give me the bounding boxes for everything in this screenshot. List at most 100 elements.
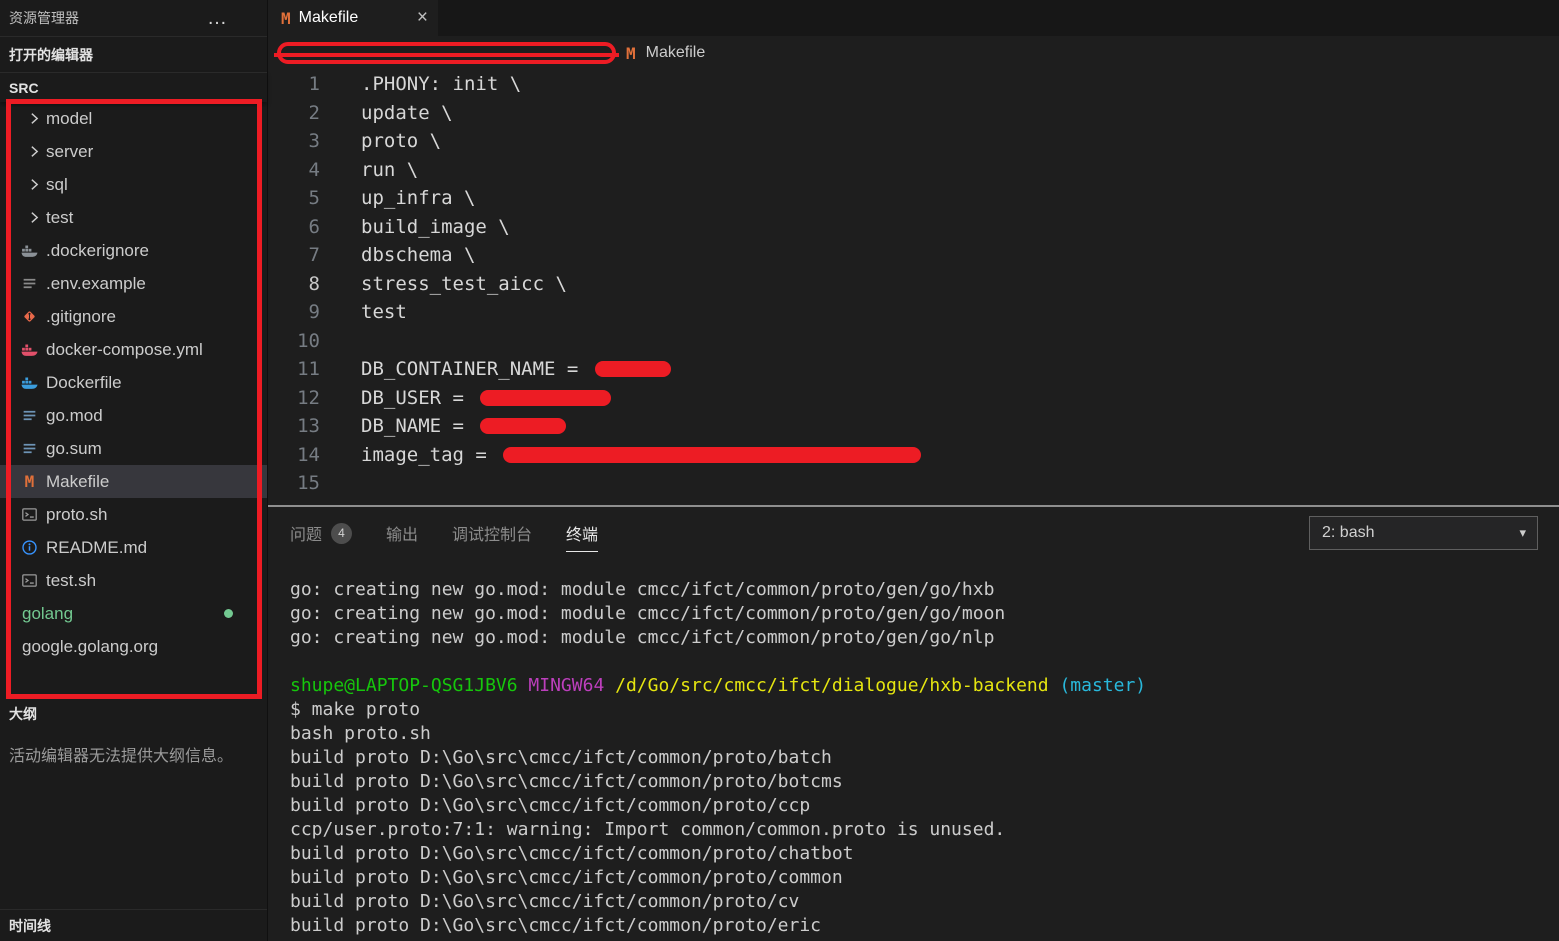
readme-info-icon [21,539,38,556]
code-line-11[interactable]: 11 DB_CONTAINER_NAME = [268,355,1559,384]
open-editors-header[interactable]: 打开的编辑器 [0,36,267,72]
panel-tab-label: 终端 [566,527,599,544]
file-label: google.golang.org [22,636,159,656]
panel-tab-终端[interactable]: 终端 [566,507,599,559]
code-line-5[interactable]: 5 up_infra \ [268,184,1559,213]
file-item-.gitignore[interactable]: .gitignore [0,300,267,333]
file-item-google.golang.org[interactable]: google.golang.org [0,630,267,663]
tab-makefile[interactable]: M Makefile × [268,0,438,36]
outline-message: 活动编辑器无法提供大纲信息。 [9,748,234,765]
code-text: stress_test_aicc \ [361,272,567,295]
file-item-proto.sh[interactable]: proto.sh [0,498,267,531]
chevron-down-icon: ▾ [1519,525,1526,540]
code-text: DB_USER = [320,384,612,413]
code-line-4[interactable]: 4 run \ [268,156,1559,185]
shell-script-icon [21,572,38,589]
file-label: golang [22,603,74,623]
bottom-panel: 问题 4 输出 调试控制台 终端 2: bash ▾ go: creating new … [268,505,1559,941]
folder-item-model[interactable]: model [0,102,267,135]
code-line-9[interactable]: 9 test [268,298,1559,327]
terminal-segment [1049,675,1060,696]
explorer-title-row: 资源管理器 … [0,0,267,36]
code-text: proto \ [361,130,442,152]
line-number: 4 [308,158,320,181]
line-number: 2 [308,101,320,124]
code-text: update \ [361,101,453,124]
code-line-7[interactable]: 7 dbschema \ [268,241,1559,270]
terminal-line: go: creating new go.mod: module cmcc/ifc… [290,603,1006,624]
file-item-go.sum[interactable]: go.sum [0,432,267,465]
file-label: sql [46,174,68,194]
file-label: test [46,207,74,227]
folder-item-server[interactable]: server [0,135,267,168]
code-line-12[interactable]: 12 DB_USER = [268,384,1559,413]
file-tree: model server sql test .dockerignore .env.exam… [0,102,267,663]
file-label: Makefile [46,471,110,491]
git-icon [21,308,38,325]
code-line-6[interactable]: 6 build_image \ [268,213,1559,242]
code-text: run \ [361,158,419,181]
redaction-bar [503,446,922,463]
src-section-header[interactable]: SRC [0,72,267,102]
line-number: 5 [308,187,320,209]
explorer-title: 资源管理器 [9,10,79,26]
shell-script-icon [21,506,38,523]
file-label: .dockerignore [46,240,150,260]
go-module-icon [21,440,38,457]
code-text: .PHONY: init \ [361,73,522,95]
terminal-segment: /d/Go/src/cmcc/ifct/dialogue/hxb-backend [615,675,1049,696]
code-text: build_image \ [361,215,510,238]
close-tab-icon[interactable]: × [417,7,428,29]
file-item-.env.example[interactable]: .env.example [0,267,267,300]
folder-item-sql[interactable]: sql [0,168,267,201]
more-actions-icon[interactable]: … [207,8,229,28]
breadcrumb-file[interactable]: Makefile [646,44,706,62]
code-line-3[interactable]: 3 proto \ [268,127,1559,156]
panel-tab-输出[interactable]: 输出 [386,507,418,559]
file-item-.dockerignore[interactable]: .dockerignore [0,234,267,267]
line-number: 6 [308,215,320,238]
code-line-10[interactable]: 10 [268,327,1559,356]
code-line-13[interactable]: 13 DB_NAME = [268,412,1559,441]
makefile-icon: M [24,472,35,491]
terminal-line: ccp/user.proto:7:1: warning: Import comm… [290,819,1006,840]
panel-tabs: 问题 4 输出 调试控制台 终端 [290,507,599,559]
problems-count-badge: 4 [331,522,353,544]
terminal-line: shupe@LAPTOP-QSG1JBV6 MINGW64 /d/Go/src/… [290,674,1559,698]
panel-tab-调试控制台[interactable]: 调试控制台 [452,507,532,559]
docker-icon [21,242,38,259]
file-item-README.md[interactable]: README.md [0,531,267,564]
file-item-go.mod[interactable]: go.mod [0,399,267,432]
terminal-output[interactable]: go: creating new go.mod: module cmcc/ifc… [268,559,1559,938]
code-area[interactable]: 1 .PHONY: init \ 2 update \ 3 proto \ 4 run \ 5 u… [268,70,1559,505]
terminal-selector[interactable]: 2: bash ▾ [1309,516,1538,550]
terminal-line: build proto D:\Go\src\cmcc/ifct/common/p… [290,843,854,864]
timeline-header[interactable]: 时间线 [0,909,267,941]
terminal-line: build proto D:\Go\src\cmcc/ifct/common/p… [290,795,811,816]
file-item-docker-compose.yml[interactable]: docker-compose.yml [0,333,267,366]
panel-tab-label: 问题 [290,527,323,544]
terminal-line: build proto D:\Go\src\cmcc/ifct/common/p… [290,771,843,792]
file-item-Dockerfile[interactable]: Dockerfile [0,366,267,399]
outline-header[interactable]: 大纲 [0,699,267,729]
terminal-segment [604,675,615,696]
chevron-right-icon [26,110,43,127]
code-text: image_tag = [320,441,922,470]
code-line-15[interactable]: 15 [268,469,1559,498]
code-line-14[interactable]: 14 image_tag = [268,441,1559,470]
file-item-test.sh[interactable]: test.sh [0,564,267,597]
code-line-2[interactable]: 2 update \ [268,99,1559,128]
folder-item-test[interactable]: test [0,201,267,234]
panel-tab-问题[interactable]: 问题 4 [290,507,353,559]
file-label: .env.example [46,273,146,293]
file-label: test.sh [46,570,97,590]
editor-column: M Makefile × M Makefile 1 .PHONY: init \ 2… [268,0,1559,941]
panel-tab-label: 输出 [386,527,419,544]
code-line-8[interactable]: 8 stress_test_aicc \ [268,270,1559,299]
code-line-1[interactable]: 1 .PHONY: init \ [268,70,1559,99]
file-item-golang[interactable]: golang [0,597,267,630]
file-item-Makefile[interactable]: M Makefile [0,465,267,498]
terminal-segment: (master) [1059,675,1147,696]
redacted-breadcrumb-path [274,42,619,64]
